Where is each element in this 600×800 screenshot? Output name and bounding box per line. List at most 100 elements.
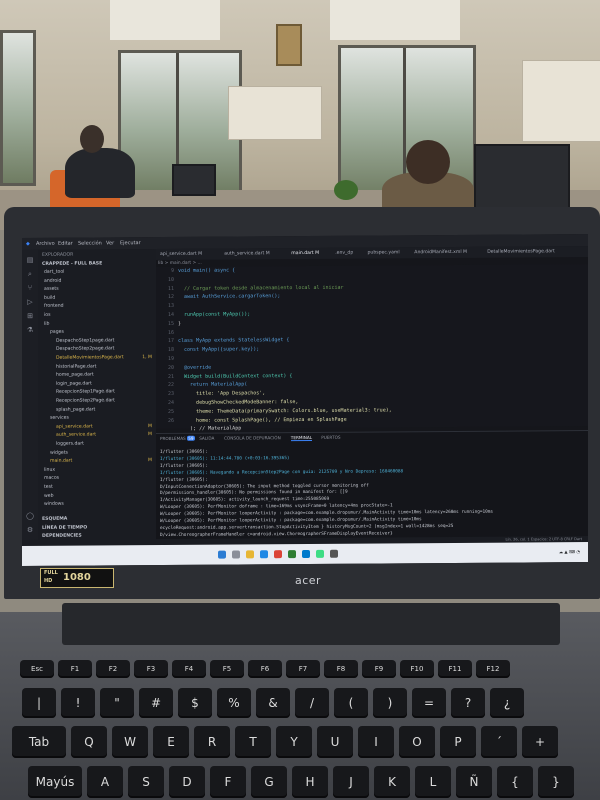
file-tree-item[interactable]: dart_tool: [44, 270, 64, 275]
editor-tab[interactable]: main.dart M: [291, 251, 319, 256]
keyboard-key[interactable]: F7: [286, 660, 320, 678]
keyboard-key[interactable]: Q: [71, 726, 107, 758]
keyboard-key[interactable]: Y: [276, 726, 312, 758]
keyboard-key[interactable]: /: [295, 688, 329, 718]
menu-item[interactable]: Archivo: [36, 241, 55, 247]
keyboard-key[interactable]: O: [399, 726, 435, 758]
keyboard-key[interactable]: ´: [481, 726, 517, 758]
keyboard-key[interactable]: L: [415, 766, 451, 798]
keyboard-key[interactable]: W: [112, 726, 148, 758]
settings-gear-icon[interactable]: ⚙: [26, 526, 34, 534]
menu-item[interactable]: Ver: [106, 240, 114, 246]
sidebar-section-header[interactable]: ESQUEMA: [42, 517, 67, 522]
file-tree-item[interactable]: DespachoStep1page.dart: [56, 338, 114, 343]
file-tree-item[interactable]: widgets: [50, 450, 68, 455]
keyboard-key[interactable]: ¿: [490, 688, 524, 718]
keyboard-key[interactable]: {: [497, 766, 533, 798]
editor-tab[interactable]: auth_service.dart M: [224, 251, 270, 256]
keyboard-key[interactable]: ?: [451, 688, 485, 718]
keyboard-key[interactable]: G: [251, 766, 287, 798]
file-tree-item[interactable]: auth_service.dart: [56, 433, 96, 438]
editor-tab[interactable]: .env_dp: [335, 251, 353, 256]
file-tree-item[interactable]: services: [50, 416, 69, 421]
file-tree-item[interactable]: macos: [44, 476, 59, 481]
file-tree-item[interactable]: api_service.dart: [56, 424, 93, 429]
panel-tab[interactable]: PROBLEMAS: [160, 436, 186, 441]
file-tree-item[interactable]: home_page.dart: [56, 373, 94, 378]
run-debug-icon[interactable]: ▷: [26, 298, 34, 306]
keyboard-key[interactable]: Tab: [12, 726, 66, 758]
keyboard-key[interactable]: |: [22, 688, 56, 718]
keyboard-key[interactable]: +: [522, 726, 558, 758]
editor-tab[interactable]: pubspec.yaml: [368, 250, 400, 255]
file-tree-item[interactable]: frontend: [44, 304, 64, 309]
search-icon[interactable]: ⌕: [26, 270, 34, 278]
keyboard-key[interactable]: ): [373, 688, 407, 718]
keyboard-key[interactable]: T: [235, 726, 271, 758]
panel-tab[interactable]: SALIDA: [199, 436, 214, 441]
file-tree-item[interactable]: assets: [44, 287, 59, 292]
file-tree-item[interactable]: loggers.dart: [56, 442, 84, 447]
file-tree-item[interactable]: windows: [44, 502, 64, 507]
testing-icon[interactable]: ⚗: [26, 326, 34, 334]
file-tree-item[interactable]: historialPage.dart: [56, 364, 96, 369]
file-tree-item[interactable]: lib: [44, 321, 49, 326]
keyboard-key[interactable]: E: [153, 726, 189, 758]
account-icon[interactable]: ◯: [26, 512, 34, 520]
keyboard-key[interactable]: H: [292, 766, 328, 798]
app-icon[interactable]: [288, 550, 296, 559]
keyboard-key[interactable]: &: [256, 688, 290, 718]
keyboard-key[interactable]: I: [358, 726, 394, 758]
keyboard-key[interactable]: #: [139, 688, 173, 718]
editor-tab[interactable]: AndroidManifest.xml M: [414, 250, 467, 255]
file-tree-item[interactable]: main.dart: [50, 459, 72, 464]
panel-tab[interactable]: PUERTOS: [321, 435, 340, 440]
vscode-taskbar-icon[interactable]: [302, 549, 310, 559]
keyboard-key[interactable]: (: [334, 688, 368, 718]
keyboard-key[interactable]: U: [317, 726, 353, 758]
source-control-icon[interactable]: ⑂: [26, 284, 34, 292]
file-tree-item[interactable]: build: [44, 296, 55, 301]
extensions-icon[interactable]: ⊞: [26, 312, 34, 320]
keyboard-key[interactable]: Esc: [20, 660, 54, 678]
file-tree-item[interactable]: DespachoStep2page.dart: [56, 347, 114, 352]
sidebar-section-header[interactable]: DEPENDENCIES: [42, 534, 82, 539]
keyboard-key[interactable]: F11: [438, 660, 472, 678]
status-text[interactable]: Lín. 26, col. 1 Espacios: 2 UTF-8 CRLF D…: [506, 537, 582, 542]
keyboard-key[interactable]: J: [333, 766, 369, 798]
editor-tab[interactable]: api_service.dart M: [160, 252, 202, 257]
menu-item[interactable]: Editar: [58, 241, 73, 247]
keyboard-key[interactable]: !: [61, 688, 95, 718]
keyboard-key[interactable]: S: [128, 766, 164, 798]
keyboard-key[interactable]: F5: [210, 660, 244, 678]
edge-icon[interactable]: [260, 550, 268, 559]
keyboard-key[interactable]: $: [178, 688, 212, 718]
keyboard-key[interactable]: F6: [248, 660, 282, 678]
explorer-icon[interactable]: ▤: [26, 256, 34, 264]
file-tree-item[interactable]: login_page.dart: [56, 381, 92, 386]
keyboard-key[interactable]: R: [194, 726, 230, 758]
file-tree-item[interactable]: RecepcionStep2Page.dart: [56, 398, 115, 403]
file-tree-item[interactable]: DetalleMovimientosPage.dart: [56, 355, 124, 360]
project-title[interactable]: CRAPPEDE - FULL BASE: [42, 261, 102, 266]
file-tree-item[interactable]: test: [44, 485, 53, 490]
code-line[interactable]: theme: ThemeData(primarySwatch: Colors.b…: [178, 406, 392, 416]
menu-item[interactable]: Selección: [78, 240, 102, 246]
keyboard-key[interactable]: F3: [134, 660, 168, 678]
keyboard-key[interactable]: F4: [172, 660, 206, 678]
keyboard-key[interactable]: F1: [58, 660, 92, 678]
keyboard-key[interactable]: F2: [96, 660, 130, 678]
chrome-icon[interactable]: [274, 550, 282, 559]
keyboard-key[interactable]: ": [100, 688, 134, 718]
keyboard-key[interactable]: F8: [324, 660, 358, 678]
breadcrumb[interactable]: lib > main.dart > ...: [158, 261, 202, 266]
panel-tab[interactable]: CONSOLA DE DEPURACIÓN: [224, 435, 281, 440]
menu-item[interactable]: Ejecutar: [120, 240, 141, 246]
file-tree-item[interactable]: RecepcionStep1Page.dart: [56, 390, 115, 395]
file-tree-item[interactable]: ios: [44, 313, 50, 318]
start-icon[interactable]: [218, 550, 226, 559]
keyboard-key[interactable]: Ñ: [456, 766, 492, 798]
keyboard-key[interactable]: D: [169, 766, 205, 798]
panel-tab[interactable]: TERMINAL: [290, 434, 313, 442]
keyboard-key[interactable]: }: [538, 766, 574, 798]
